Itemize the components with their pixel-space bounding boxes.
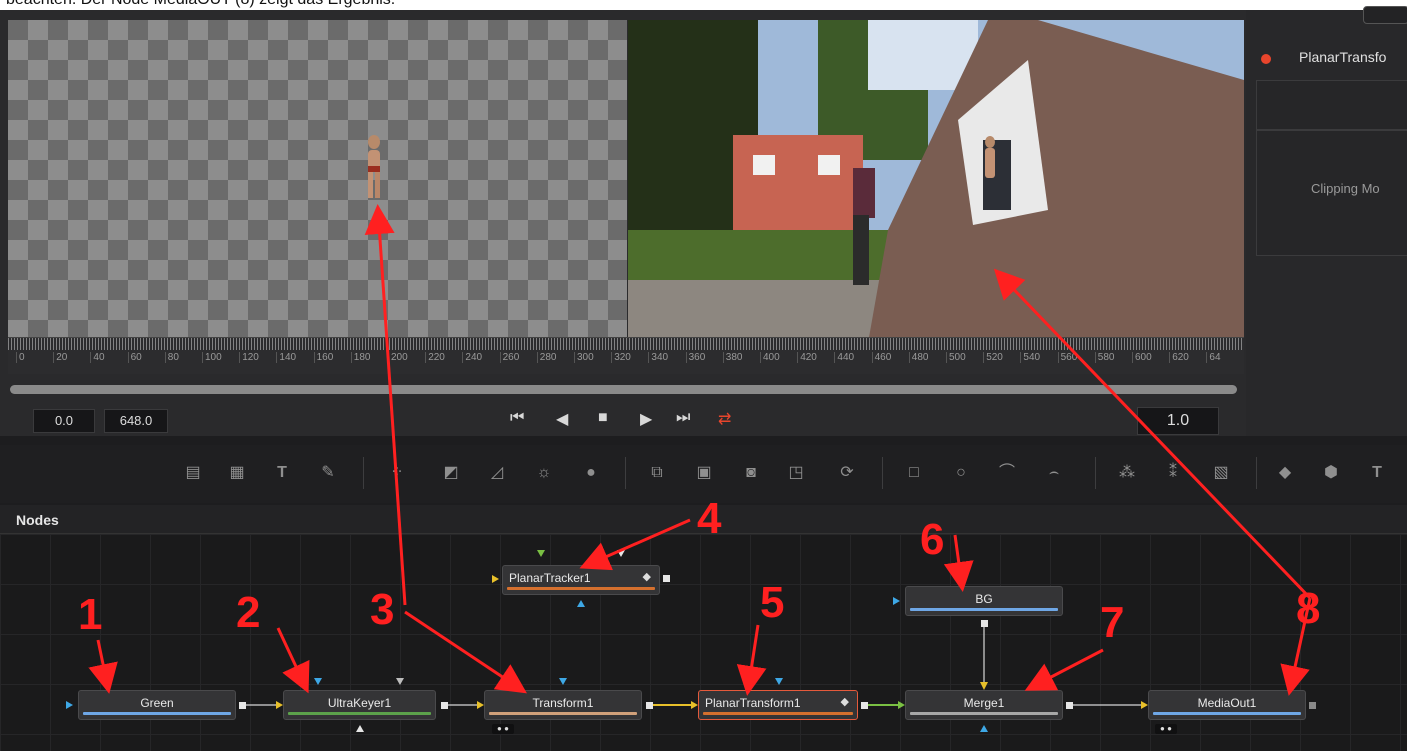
annotation-number-3: 3 bbox=[370, 585, 395, 634]
annotation-number-5: 5 bbox=[760, 578, 785, 627]
annotation-arrows bbox=[88, 204, 1312, 696]
annotation-number-6: 6 bbox=[920, 515, 945, 564]
annotation-number-8: 8 bbox=[1296, 584, 1321, 633]
annotation-number-2: 2 bbox=[236, 588, 261, 637]
annotation-number-4: 4 bbox=[697, 494, 722, 543]
annotation-number-1: 1 bbox=[78, 590, 103, 639]
annotation-number-7: 7 bbox=[1100, 598, 1125, 647]
